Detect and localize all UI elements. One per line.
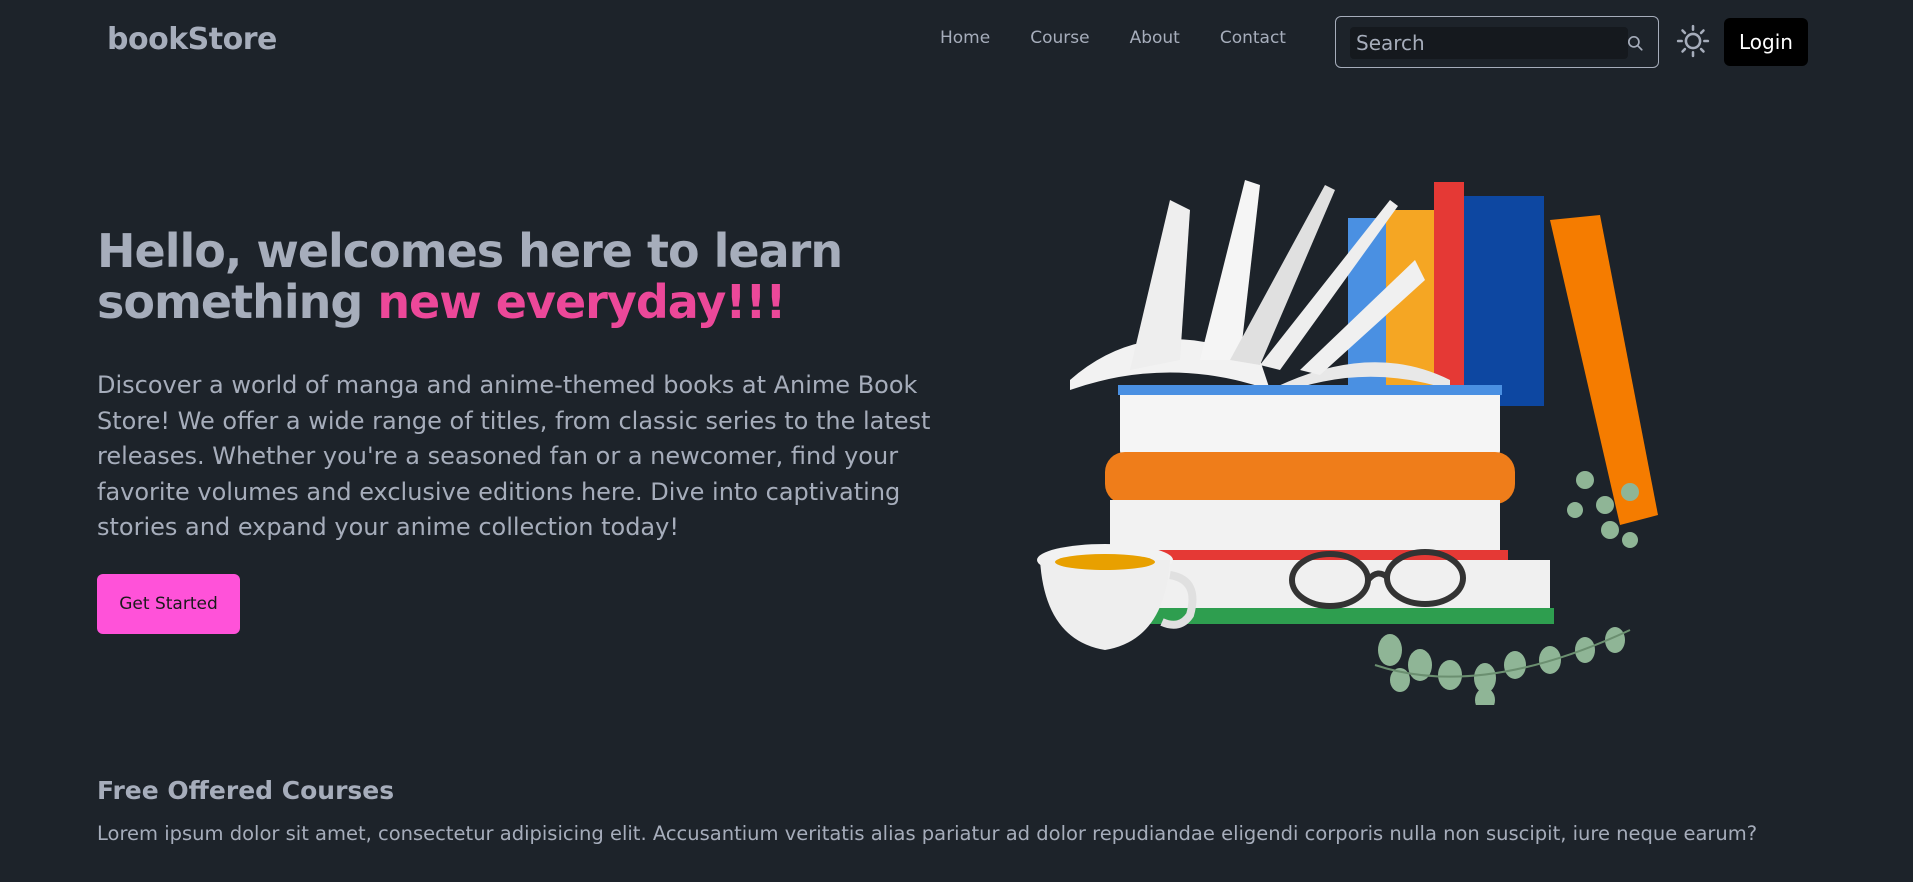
nav-link-contact[interactable]: Contact [1200,28,1306,48]
navbar: bookStore Home Course About Contact Logi… [0,0,1913,84]
nav-link-about[interactable]: About [1110,28,1200,48]
get-started-button[interactable]: Get Started [97,574,240,634]
brand-logo[interactable]: bookStore [107,22,277,57]
nav-link-course[interactable]: Course [1010,28,1109,48]
search-input[interactable] [1350,27,1628,59]
books-illustration [1037,180,1658,705]
hero-description: Discover a world of manga and anime-them… [97,371,931,541]
search-box [1335,16,1659,68]
search-icon[interactable] [1626,34,1644,52]
sun-icon[interactable] [1676,24,1710,58]
hero-title-accent: new everyday!!! [377,275,786,329]
courses-description: Lorem ipsum dolor sit amet, consectetur … [97,822,1758,845]
nav-link-home[interactable]: Home [920,28,1010,48]
courses-title: Free Offered Courses [97,776,395,805]
nav-links: Home Course About Contact [920,28,1306,48]
login-button[interactable]: Login [1724,18,1808,66]
hero-title: Hello, welcomes here to learn something … [97,226,917,328]
